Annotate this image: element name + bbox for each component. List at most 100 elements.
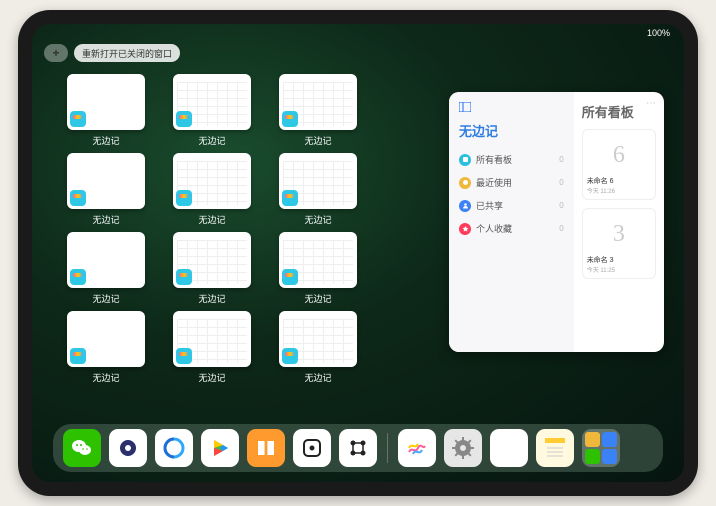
status-bar: 100% — [32, 28, 684, 44]
tile-thumbnail — [173, 153, 251, 209]
tile-thumbnail — [279, 153, 357, 209]
app-window-tile[interactable]: 无边记 — [274, 153, 362, 226]
board-time: 今天 11:25 — [587, 265, 651, 274]
tile-thumbnail — [67, 232, 145, 288]
category-icon — [459, 154, 471, 166]
board-name: 未命名 3 — [587, 255, 651, 265]
quark-icon[interactable] — [109, 429, 147, 467]
app-window-tile[interactable]: 无边记 — [168, 311, 256, 384]
panel-content: ⋯ 所有看板 6未命名 6今天 11:26 3未命名 3今天 11:25 — [574, 92, 664, 352]
panel-right-title: 所有看板 — [582, 102, 656, 121]
category-icon — [459, 223, 471, 235]
tile-label: 无边记 — [304, 292, 331, 305]
reopen-closed-window-button[interactable]: 重新打开已关闭的窗口 — [74, 44, 180, 62]
panel-left-title: 无边记 — [459, 121, 564, 140]
freeform-app-icon — [70, 111, 86, 127]
freeform-icon[interactable] — [398, 429, 436, 467]
app-window-tile[interactable]: 无边记 — [168, 74, 256, 147]
dock — [53, 424, 663, 472]
freeform-app-icon — [282, 190, 298, 206]
category-count: 0 — [559, 155, 563, 164]
tile-label: 无边记 — [198, 134, 225, 147]
board-time: 今天 11:26 — [587, 186, 651, 195]
panel-sidebar: 无边记 所有看板 0 最近使用 0 已共享 0 个人收藏 0 — [449, 92, 574, 352]
freeform-app-icon — [176, 111, 192, 127]
board-card[interactable]: 3未命名 3今天 11:25 — [582, 208, 656, 279]
app-window-tile[interactable]: 无边记 — [62, 74, 150, 147]
category-item[interactable]: 个人收藏 0 — [459, 217, 564, 240]
freeform-app-icon — [282, 111, 298, 127]
app-window-tile[interactable]: 无边记 — [62, 311, 150, 384]
tile-thumbnail — [279, 74, 357, 130]
tile-label: 无边记 — [304, 213, 331, 226]
tile-thumbnail — [279, 311, 357, 367]
app-window-tile[interactable]: 无边记 — [274, 74, 362, 147]
ipad-frame: 100% + 重新打开已关闭的窗口 无边记无边记无边记无边记无边记无边记无边记无… — [18, 10, 698, 496]
settings-icon[interactable] — [444, 429, 482, 467]
category-label: 已共享 — [476, 199, 503, 212]
status-battery: 100% — [647, 28, 670, 44]
freeform-app-icon — [176, 269, 192, 285]
tile-thumbnail — [173, 74, 251, 130]
new-window-button[interactable]: + — [44, 44, 68, 62]
app-window-tile[interactable]: 无边记 — [62, 232, 150, 305]
tile-label: 无边记 — [198, 292, 225, 305]
ipad-screen: 100% + 重新打开已关闭的窗口 无边记无边记无边记无边记无边记无边记无边记无… — [32, 24, 684, 482]
sidebar-toggle-icon[interactable] — [459, 102, 564, 115]
app-library-icon[interactable] — [582, 429, 620, 467]
dice-icon[interactable] — [293, 429, 331, 467]
category-label: 所有看板 — [476, 153, 512, 166]
freeform-app-icon — [70, 190, 86, 206]
tile-label: 无边记 — [92, 213, 119, 226]
board-name: 未命名 6 — [587, 176, 651, 186]
books-icon[interactable] — [247, 429, 285, 467]
category-count: 0 — [559, 178, 563, 187]
tile-label: 无边记 — [92, 134, 119, 147]
board-thumbnail: 3 — [587, 213, 651, 255]
board-thumbnail: 6 — [587, 134, 651, 176]
more-icon[interactable]: ⋯ — [646, 98, 656, 109]
category-icon — [459, 177, 471, 189]
tile-thumbnail — [67, 74, 145, 130]
qqbrowser-icon[interactable] — [155, 429, 193, 467]
tile-label: 无边记 — [198, 371, 225, 384]
app-window-tile[interactable]: 无边记 — [168, 153, 256, 226]
tile-thumbnail — [67, 153, 145, 209]
freeform-app-icon — [282, 348, 298, 364]
category-label: 个人收藏 — [476, 222, 512, 235]
tile-thumbnail — [173, 311, 251, 367]
category-item[interactable]: 最近使用 0 — [459, 171, 564, 194]
app3-icon[interactable] — [490, 429, 528, 467]
freeform-app-icon — [282, 269, 298, 285]
wechat-icon[interactable] — [63, 429, 101, 467]
category-label: 最近使用 — [476, 176, 512, 189]
freeform-app-icon — [176, 190, 192, 206]
category-count: 0 — [559, 201, 563, 210]
freeform-panel[interactable]: 无边记 所有看板0最近使用0已共享0个人收藏0 ⋯ 所有看板 6未命名 6今天 … — [449, 92, 664, 352]
tile-label: 无边记 — [92, 371, 119, 384]
category-item[interactable]: 已共享 0 — [459, 194, 564, 217]
tile-thumbnail — [279, 232, 357, 288]
tile-label: 无边记 — [92, 292, 119, 305]
play-icon[interactable] — [201, 429, 239, 467]
tile-label: 无边记 — [304, 371, 331, 384]
freeform-app-icon — [176, 348, 192, 364]
tile-label: 无边记 — [198, 213, 225, 226]
freeform-app-icon — [70, 269, 86, 285]
tile-thumbnail — [67, 311, 145, 367]
tile-label: 无边记 — [304, 134, 331, 147]
category-item[interactable]: 所有看板 0 — [459, 148, 564, 171]
app-window-tile[interactable]: 无边记 — [62, 153, 150, 226]
app-window-tile[interactable]: 无边记 — [274, 232, 362, 305]
category-icon — [459, 200, 471, 212]
notes-icon[interactable] — [536, 429, 574, 467]
window-grid: 无边记无边记无边记无边记无边记无边记无边记无边记无边记无边记无边记无边记 — [62, 74, 468, 384]
connect-icon[interactable] — [339, 429, 377, 467]
tile-thumbnail — [173, 232, 251, 288]
freeform-app-icon — [70, 348, 86, 364]
app-window-tile[interactable]: 无边记 — [168, 232, 256, 305]
dock-separator — [387, 433, 388, 463]
board-card[interactable]: 6未命名 6今天 11:26 — [582, 129, 656, 200]
app-window-tile[interactable]: 无边记 — [274, 311, 362, 384]
category-count: 0 — [559, 224, 563, 233]
